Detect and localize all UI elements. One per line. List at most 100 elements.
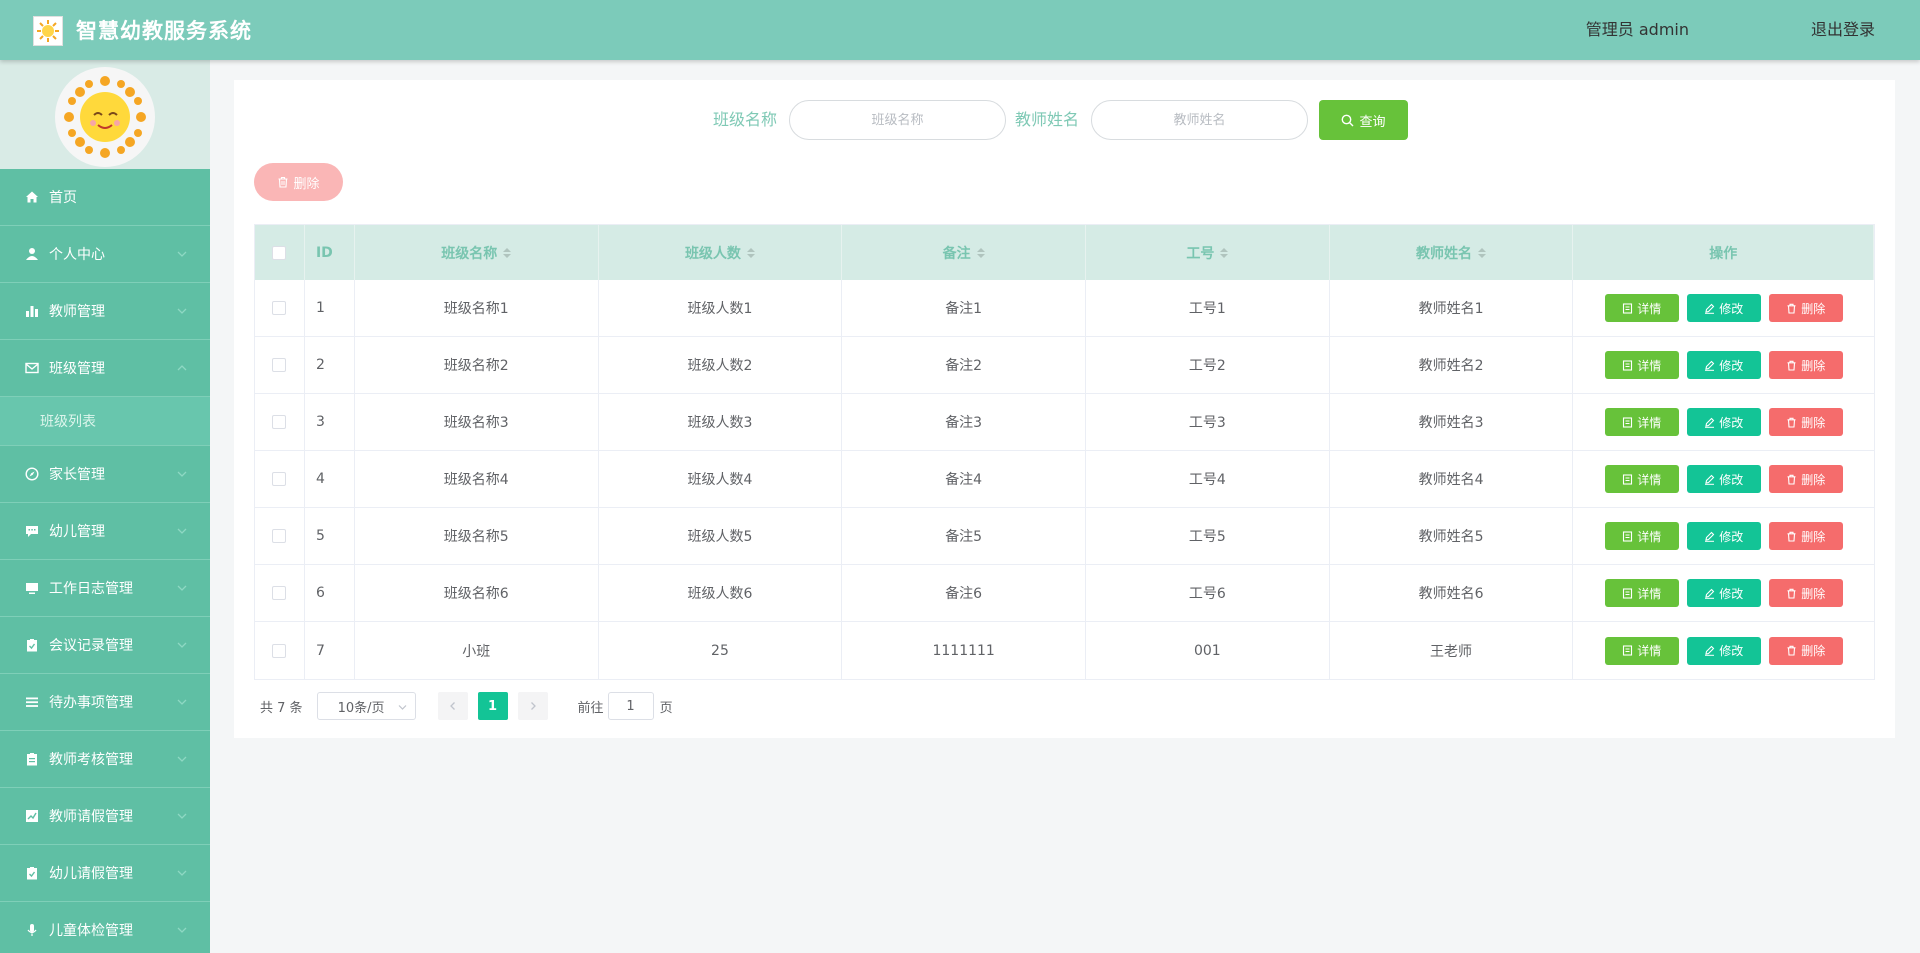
chevron-down-icon xyxy=(177,813,187,819)
edit-label: 修改 xyxy=(1719,472,1744,487)
cell-id: 7 xyxy=(305,622,355,679)
chevron-down-icon xyxy=(177,642,187,648)
cell-ops: 详情 修改 删除 xyxy=(1573,394,1874,450)
cell-remark: 备注1 xyxy=(842,280,1086,336)
detail-button[interactable]: 详情 xyxy=(1604,465,1679,493)
sidebar-item-todos[interactable]: 待办事项管理 xyxy=(0,674,210,731)
document-icon xyxy=(1623,473,1633,485)
sidebar-item-teacher-assessment[interactable]: 教师考核管理 xyxy=(0,731,210,788)
header-cell-teacher[interactable]: 教师姓名 xyxy=(1330,225,1574,280)
sidebar-item-meetings[interactable]: 会议记录管理 xyxy=(0,617,210,674)
edit-label: 修改 xyxy=(1719,301,1744,316)
delete-button[interactable]: 删除 xyxy=(1768,465,1843,493)
delete-button[interactable]: 删除 xyxy=(1768,579,1843,607)
edit-button[interactable]: 修改 xyxy=(1686,351,1761,379)
goto-page-input[interactable] xyxy=(607,692,654,720)
bulk-delete-button[interactable]: 删除 xyxy=(254,163,343,201)
delete-button[interactable]: 删除 xyxy=(1768,636,1843,665)
class-name-input[interactable] xyxy=(789,100,1006,140)
sidebar-item-home[interactable]: 首页 xyxy=(0,169,210,226)
table-row: 5 班级名称5 班级人数5 备注5 工号5 教师姓名5 详情 修改 删除 xyxy=(255,508,1874,565)
page-unit-label: 页 xyxy=(659,700,673,716)
row-checkbox[interactable] xyxy=(272,529,287,543)
detail-button[interactable]: 详情 xyxy=(1604,294,1679,322)
delete-button[interactable]: 删除 xyxy=(1768,351,1843,379)
next-page-button[interactable] xyxy=(517,692,548,720)
header-cell-emp-no[interactable]: 工号 xyxy=(1086,225,1330,280)
table-row: 2 班级名称2 班级人数2 备注2 工号2 教师姓名2 详情 修改 删除 xyxy=(255,337,1874,394)
sidebar-item-work-log[interactable]: 工作日志管理 xyxy=(0,560,210,617)
edit-button[interactable]: 修改 xyxy=(1686,294,1761,322)
avatar-area xyxy=(0,60,210,169)
detail-button[interactable]: 详情 xyxy=(1604,522,1679,550)
edit-button[interactable]: 修改 xyxy=(1686,408,1761,436)
sidebar-item-profile[interactable]: 个人中心 xyxy=(0,226,210,283)
chevron-down-icon xyxy=(398,705,406,710)
clipboard-check-icon xyxy=(24,637,40,653)
edit-button[interactable]: 修改 xyxy=(1686,522,1761,550)
select-all-checkbox[interactable] xyxy=(272,245,287,260)
table-row: 3 班级名称3 班级人数3 备注3 工号3 教师姓名3 详情 修改 删除 xyxy=(255,394,1874,451)
sidebar-item-classes[interactable]: 班级管理 xyxy=(0,340,210,397)
row-checkbox[interactable] xyxy=(272,643,287,658)
sidebar-item-teacher-leave[interactable]: 教师请假管理 xyxy=(0,788,210,845)
edit-button[interactable]: 修改 xyxy=(1686,579,1761,607)
header-cell-remark[interactable]: 备注 xyxy=(842,225,1086,280)
page-size-select[interactable]: 10条/页 xyxy=(316,692,416,720)
cell-ops: 详情 修改 删除 xyxy=(1573,451,1874,507)
cell-class-size: 班级人数1 xyxy=(599,280,843,336)
sidebar-item-children[interactable]: 幼儿管理 xyxy=(0,503,210,560)
document-icon xyxy=(1623,587,1633,599)
detail-button[interactable]: 详情 xyxy=(1604,351,1679,379)
chevron-down-icon xyxy=(177,585,187,591)
header-cell-class-name[interactable]: 班级名称 xyxy=(355,225,599,280)
row-checkbox[interactable] xyxy=(272,586,287,600)
delete-label: 删除 xyxy=(1801,472,1826,487)
edit-button[interactable]: 修改 xyxy=(1686,465,1761,493)
sort-icon[interactable] xyxy=(1220,247,1229,258)
header-cell-class-size[interactable]: 班级人数 xyxy=(599,225,843,280)
detail-label: 详情 xyxy=(1637,301,1662,316)
delete-button[interactable]: 删除 xyxy=(1768,522,1843,550)
sidebar-item-label: 待办事项管理 xyxy=(49,695,133,711)
detail-button[interactable]: 详情 xyxy=(1604,636,1679,665)
detail-button[interactable]: 详情 xyxy=(1604,408,1679,436)
row-checkbox[interactable] xyxy=(272,415,287,429)
sidebar-item-label: 个人中心 xyxy=(49,247,105,263)
row-checkbox[interactable] xyxy=(272,301,287,315)
chevron-down-icon xyxy=(177,756,187,762)
table-body: 1 班级名称1 班级人数1 备注1 工号1 教师姓名1 详情 修改 删除 2 班级名称2 班级人数2 备… xyxy=(255,280,1874,679)
logout-link[interactable]: 退出登录 xyxy=(1811,18,1875,42)
cell-class-name: 班级名称6 xyxy=(355,565,599,621)
row-checkbox[interactable] xyxy=(272,358,287,372)
bulk-delete-label: 删除 xyxy=(293,176,320,192)
edit-button[interactable]: 修改 xyxy=(1686,636,1761,665)
cell-teacher: 教师姓名2 xyxy=(1330,337,1574,393)
sidebar-item-health-check[interactable]: 儿童体检管理 xyxy=(0,902,210,953)
sort-icon[interactable] xyxy=(1478,247,1487,258)
prev-page-button[interactable] xyxy=(437,692,468,720)
sidebar-item-label: 工作日志管理 xyxy=(49,581,133,597)
detail-button[interactable]: 详情 xyxy=(1604,579,1679,607)
sort-icon[interactable] xyxy=(503,247,512,258)
sort-icon[interactable] xyxy=(746,247,755,258)
sidebar-item-parents[interactable]: 家长管理 xyxy=(0,446,210,503)
page-number-current[interactable]: 1 xyxy=(477,692,508,720)
sidebar: 首页 个人中心 教师管理 班级管理 班级列表 家长管理 幼儿管理 工作日志管理 … xyxy=(0,60,210,953)
cell-class-size: 班级人数4 xyxy=(599,451,843,507)
row-checkbox[interactable] xyxy=(272,472,287,486)
delete-button[interactable]: 删除 xyxy=(1768,408,1843,436)
delete-button[interactable]: 删除 xyxy=(1768,294,1843,322)
cell-teacher: 教师姓名3 xyxy=(1330,394,1574,450)
sort-icon[interactable] xyxy=(976,247,985,258)
edit-label: 修改 xyxy=(1719,358,1744,373)
teacher-name-input[interactable] xyxy=(1091,100,1308,140)
cell-id: 1 xyxy=(305,280,355,336)
document-icon xyxy=(1623,645,1633,656)
sidebar-subitem-class-list[interactable]: 班级列表 xyxy=(0,397,210,446)
sidebar-item-teachers[interactable]: 教师管理 xyxy=(0,283,210,340)
sidebar-item-child-leave[interactable]: 幼儿请假管理 xyxy=(0,845,210,902)
sidebar-item-label: 儿童体检管理 xyxy=(49,923,133,939)
cell-teacher: 教师姓名5 xyxy=(1330,508,1574,564)
query-button[interactable]: 查询 xyxy=(1319,100,1408,140)
